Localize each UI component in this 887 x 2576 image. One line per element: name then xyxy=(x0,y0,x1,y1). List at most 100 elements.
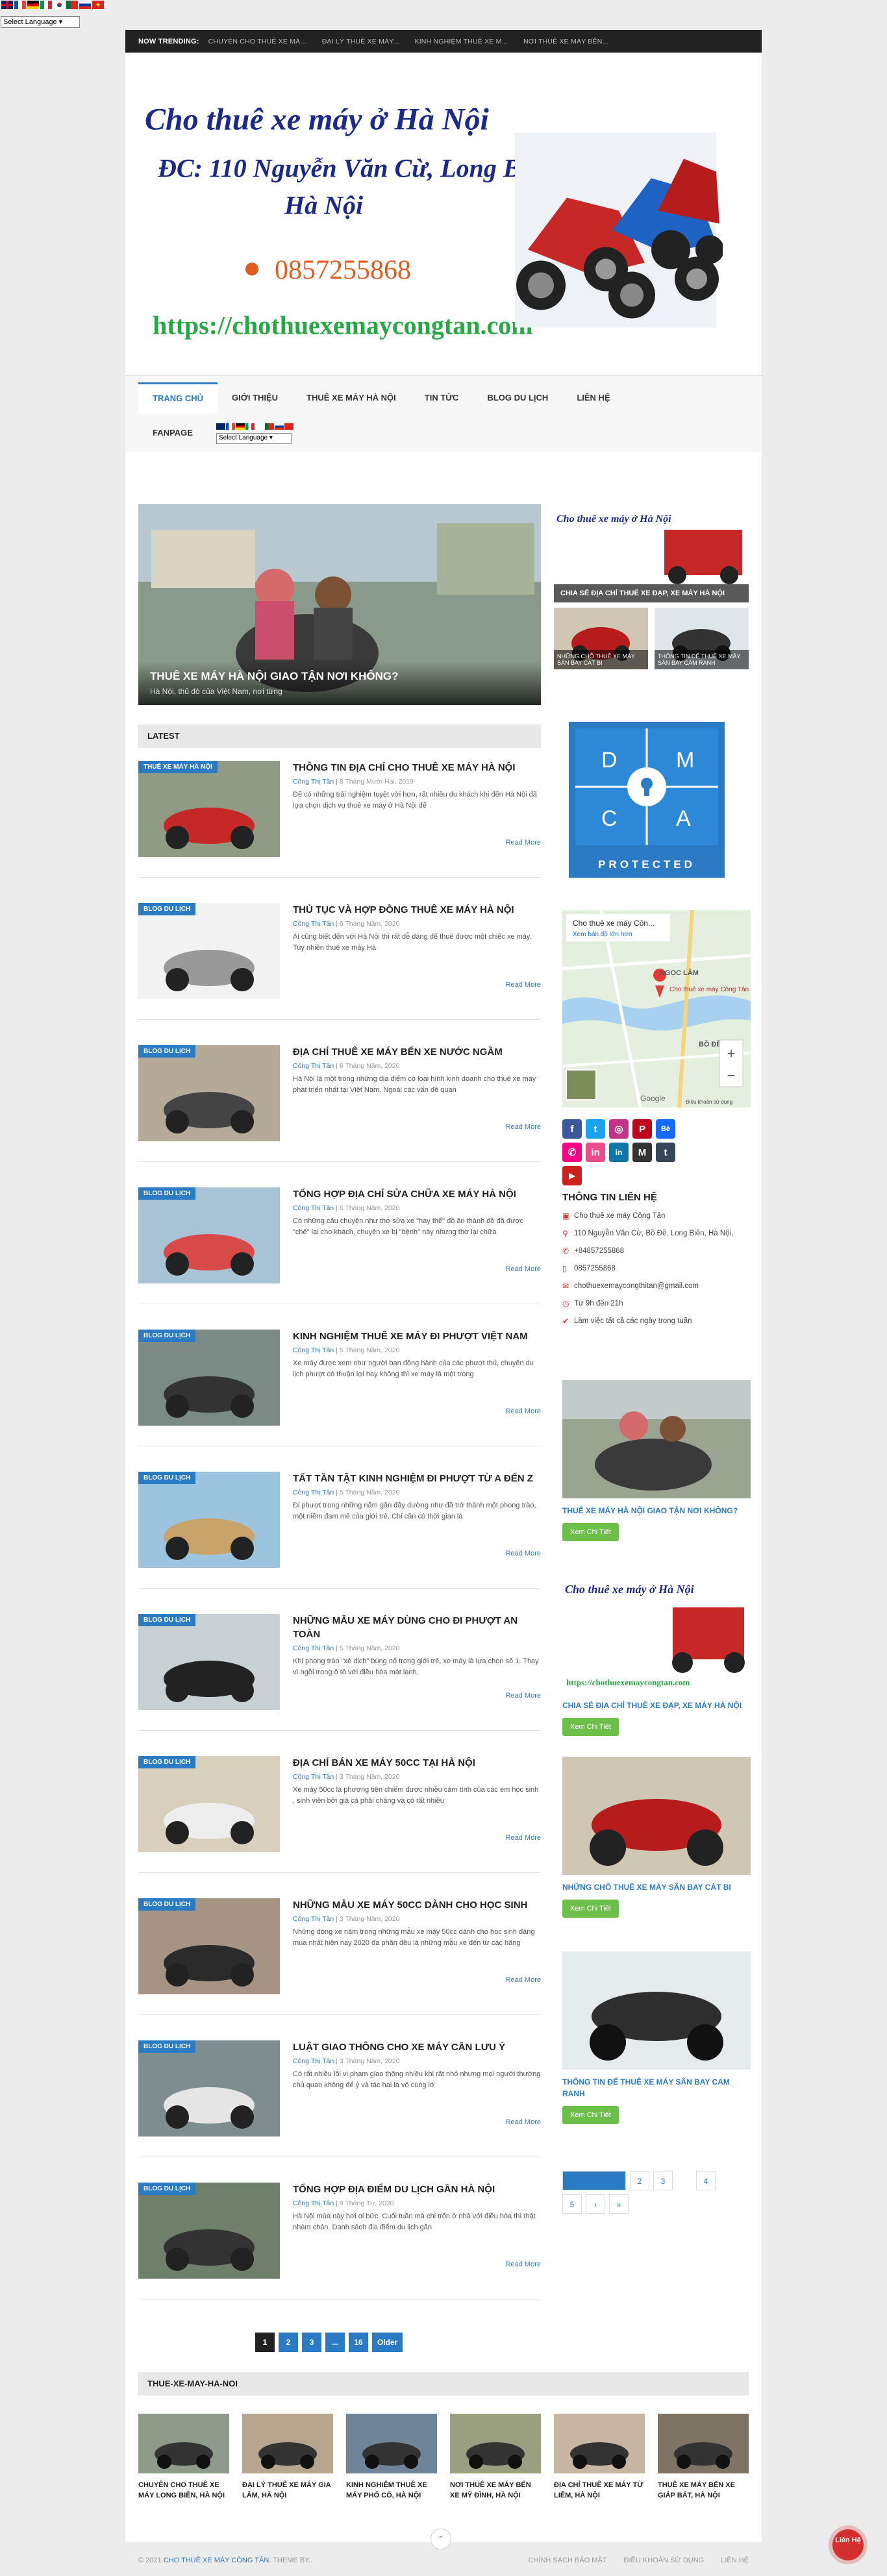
page-link[interactable]: 3 xyxy=(302,2333,321,2352)
read-more-link[interactable]: Read More xyxy=(506,1976,541,1984)
nav-news[interactable]: TIN TỨC xyxy=(410,382,473,414)
twitter-icon[interactable]: t xyxy=(586,1119,605,1139)
read-more-link[interactable]: Read More xyxy=(506,1265,541,1273)
next-page-icon[interactable]: › xyxy=(586,2194,605,2214)
grid-item-image[interactable] xyxy=(346,2414,437,2473)
post-thumbnail[interactable]: THUÊ XE MÁY HÀ NỘI xyxy=(138,761,280,857)
post-thumbnail[interactable]: BLOG DU LỊCH xyxy=(138,903,280,999)
post-author[interactable]: Công Thị Tân xyxy=(293,1062,334,1070)
post-category-badge[interactable]: BLOG DU LỊCH xyxy=(138,2040,196,2053)
featured-post[interactable]: THUÊ XE MÁY HÀ NỘI GIAO TẬN NƠI KHÔNG? H… xyxy=(138,504,541,705)
facebook-icon[interactable]: f xyxy=(562,1119,582,1139)
post-title[interactable]: TỔNG HỢP ĐỊA ĐIỂM DU LỊCH GẦN HÀ NỘI xyxy=(293,2183,541,2196)
language-select[interactable]: Select Language ▾ xyxy=(1,16,80,28)
flag-pt-icon[interactable] xyxy=(265,423,274,430)
flag-de-icon[interactable] xyxy=(236,423,245,430)
grid-item-image[interactable] xyxy=(242,2414,333,2473)
post-title[interactable]: TẤT TẦN TẬT KINH NGHIỆM ĐI PHƯỢT TỪ A ĐẾ… xyxy=(293,1472,541,1485)
grid-item-image[interactable] xyxy=(138,2414,229,2473)
post-thumbnail[interactable]: BLOG DU LỊCH xyxy=(138,2040,280,2136)
card-image[interactable]: Cho thuê xe máy ở Hà Nội https://chothuex… xyxy=(562,1575,751,1693)
flickr-icon[interactable]: ✆ xyxy=(562,1143,582,1162)
grid-item-image[interactable] xyxy=(554,2414,645,2473)
post-category-badge[interactable]: BLOG DU LỊCH xyxy=(138,1756,196,1768)
flag-en-icon[interactable] xyxy=(1,1,13,9)
read-more-link[interactable]: Read More xyxy=(506,2260,541,2268)
flag-en-icon[interactable] xyxy=(216,423,225,430)
medium-icon[interactable]: M xyxy=(632,1143,652,1162)
nav-home[interactable]: TRANG CHỦ xyxy=(138,382,218,414)
post-thumbnail[interactable]: BLOG DU LỊCH xyxy=(138,1472,280,1568)
flag-de-icon[interactable] xyxy=(27,1,39,9)
featured-side-small[interactable]: THÔNG TIN ĐỂ THUÊ XE MÁY SÂN BAY CAM RAN… xyxy=(655,608,749,669)
grid-item-title[interactable]: THUÊ XE MÁY BẾN XE GIÁP BÁT, HÀ NỘI xyxy=(658,2480,749,2501)
post-category-badge[interactable]: BLOG DU LỊCH xyxy=(138,1187,196,1200)
foursquare-icon[interactable]: in xyxy=(586,1143,605,1162)
featured-side-small[interactable]: NHỮNG CHỖ THUÊ XE MÁY SÂN BAY CÁT BI xyxy=(554,608,648,669)
post-author[interactable]: Công Thị Tân xyxy=(293,1204,334,1212)
contact-phone-intl[interactable]: +84857255868 xyxy=(574,1246,624,1256)
nav-about[interactable]: GIỚI THIỆU xyxy=(218,382,292,414)
flag-fr-icon[interactable] xyxy=(14,1,26,9)
flag-ko-icon[interactable] xyxy=(53,1,65,9)
post-category-badge[interactable]: BLOG DU LỊCH xyxy=(138,1614,196,1626)
floating-contact-button[interactable]: Liên Hệ xyxy=(832,2529,864,2560)
post-author[interactable]: Công Thị Tân xyxy=(293,778,334,786)
youtube-icon[interactable]: ▶ xyxy=(562,1166,582,1185)
card-title[interactable]: THÔNG TIN ĐỂ THUÊ XE MÁY SÂN BAY CAM RAN… xyxy=(562,2076,751,2099)
post-category-badge[interactable]: BLOG DU LỊCH xyxy=(138,1472,196,1484)
post-author[interactable]: Công Thị Tân xyxy=(293,1489,334,1496)
trending-item[interactable]: KINH NGHIỆM THUÊ XE M... xyxy=(414,38,507,45)
view-details-button[interactable]: Xem Chi Tiết xyxy=(562,1523,619,1541)
sidebar-page-link[interactable]: 3 xyxy=(653,2171,673,2190)
page-link[interactable]: 2 xyxy=(279,2333,298,2352)
nav-rent-hanoi[interactable]: THUÊ XE MÁY HÀ NỘI xyxy=(292,382,410,414)
brand-link[interactable]: CHO THUÊ XE MÁY CÔNG TÂN xyxy=(164,2557,269,2564)
read-more-link[interactable]: Read More xyxy=(506,839,541,847)
flag-it-icon[interactable] xyxy=(245,423,255,430)
flag-ru-icon[interactable] xyxy=(79,1,91,9)
grid-item-image[interactable] xyxy=(658,2414,749,2473)
linkedin-icon[interactable]: in xyxy=(609,1143,629,1162)
card-image[interactable] xyxy=(562,1951,751,2070)
pinterest-icon[interactable]: P xyxy=(632,1119,652,1139)
post-category-badge[interactable]: BLOG DU LỊCH xyxy=(138,1898,196,1911)
privacy-link[interactable]: CHÍNH SÁCH BẢO MẬT xyxy=(529,2557,607,2564)
read-more-link[interactable]: Read More xyxy=(506,1834,541,1842)
card-title[interactable]: CHIA SẺ ĐỊA CHỈ THUÊ XE ĐẠP, XE MÁY HÀ N… xyxy=(562,1700,751,1711)
post-title[interactable]: NHỮNG MẪU XE MÁY DÙNG CHO ĐI PHƯỢT AN TO… xyxy=(293,1614,541,1641)
footer-contact-link[interactable]: LIÊN HỆ xyxy=(721,2557,749,2564)
post-thumbnail[interactable]: BLOG DU LỊCH xyxy=(138,1756,280,1852)
flag-ru-icon[interactable] xyxy=(275,423,284,430)
flag-ko-icon[interactable] xyxy=(255,423,264,430)
featured-title[interactable]: THUÊ XE MÁY HÀ NỘI GIAO TẬN NƠI KHÔNG? xyxy=(150,670,529,683)
post-thumbnail[interactable]: BLOG DU LỊCH xyxy=(138,1898,280,1994)
view-details-button[interactable]: Xem Chi Tiết xyxy=(562,1718,619,1736)
grid-item-title[interactable]: ĐỊA CHỈ THUÊ XE MÁY TỪ LIÊM, HÀ NỘI xyxy=(554,2480,645,2501)
google-map[interactable]: Cho thuê xe máy Công Tân NGỌC LÂM BỒ ĐỀ … xyxy=(562,910,751,1108)
trending-item[interactable]: ĐẠI LÝ THUÊ XE MÁY... xyxy=(322,38,399,45)
read-more-link[interactable]: Read More xyxy=(506,2118,541,2126)
post-thumbnail[interactable]: BLOG DU LỊCH xyxy=(138,1614,280,1710)
older-button[interactable]: Older xyxy=(372,2333,403,2352)
post-title[interactable]: NHỮNG MẪU XE MÁY 50CC DÀNH CHO HỌC SINH xyxy=(293,1898,541,1912)
post-author[interactable]: Công Thị Tân xyxy=(293,920,334,928)
read-more-link[interactable]: Read More xyxy=(506,981,541,989)
contact-phone[interactable]: 0857255868 xyxy=(574,1263,616,1274)
grid-item-title[interactable]: KINH NGHIỆM THUÊ XE MÁY PHỐ CỔ, HÀ NỘI xyxy=(346,2480,437,2501)
post-category-badge[interactable]: BLOG DU LỊCH xyxy=(138,1045,196,1058)
featured-side-top[interactable]: Cho thuê xe máy ở Hà Nội CHIA SẺ ĐỊA CHỈ… xyxy=(554,504,749,602)
nav-language-select[interactable]: Select Language ▾ xyxy=(216,433,292,444)
card-title[interactable]: THUÊ XE MÁY HÀ NỘI GIAO TẬN NƠI KHÔNG? xyxy=(562,1505,751,1517)
terms-link[interactable]: ĐIỀU KHOẢN SỬ DỤNG xyxy=(624,2557,705,2564)
last-page-icon[interactable]: » xyxy=(609,2194,629,2214)
page-link[interactable]: 16 xyxy=(349,2333,368,2352)
grid-item-image[interactable] xyxy=(450,2414,541,2473)
nav-fanpage[interactable]: FANPAGE xyxy=(138,417,207,449)
post-author[interactable]: Công Thị Tân xyxy=(293,2199,334,2207)
post-thumbnail[interactable]: BLOG DU LỊCH xyxy=(138,1045,280,1141)
post-title[interactable]: THỦ TỤC VÀ HỢP ĐỒNG THUÊ XE MÁY HÀ NỘI xyxy=(293,903,541,917)
flag-vn-icon[interactable]: ★ xyxy=(92,1,104,9)
flag-pt-icon[interactable] xyxy=(66,1,78,9)
post-author[interactable]: Công Thị Tân xyxy=(293,1915,334,1923)
